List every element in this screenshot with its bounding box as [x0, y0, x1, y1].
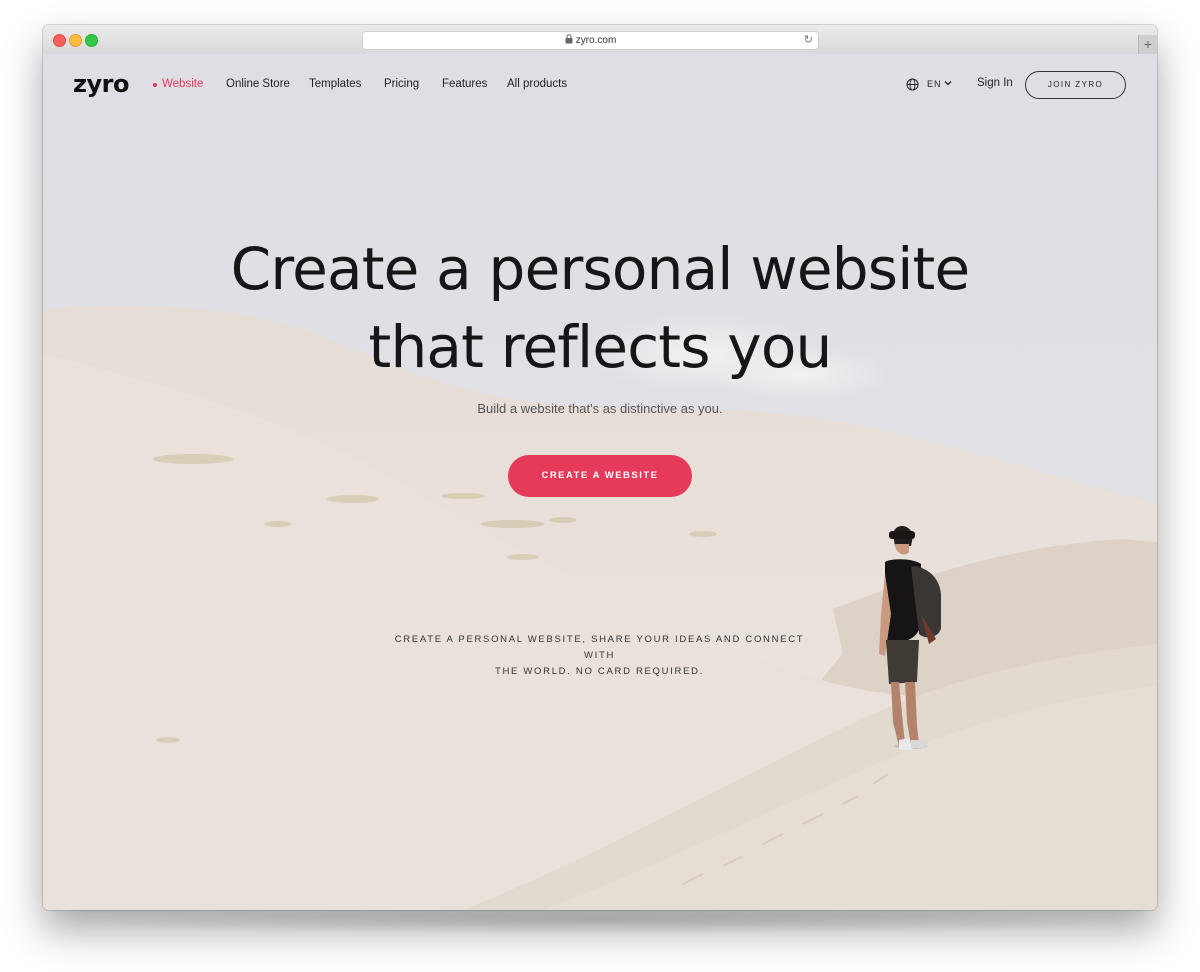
hero-title-line-2: that reflects you — [368, 313, 833, 381]
language-selector[interactable]: EN — [927, 79, 942, 89]
nav-link-website[interactable]: Website — [162, 78, 203, 90]
address-bar[interactable]: zyro.com ↻ — [362, 31, 819, 50]
nav-link-all-products[interactable]: All products — [507, 78, 567, 90]
active-indicator-dot — [153, 83, 157, 87]
url-text: zyro.com — [575, 35, 617, 46]
new-tab-button[interactable]: + — [1138, 35, 1157, 54]
tagline-line-2: THE WORLD. NO CARD REQUIRED. — [494, 666, 705, 677]
minimize-window-button[interactable] — [69, 34, 82, 47]
zyro-logo[interactable]: zyro — [73, 70, 129, 98]
hero-subtitle: Build a website that's as distinctive as… — [477, 401, 723, 416]
reload-icon[interactable]: ↻ — [804, 32, 813, 49]
lock-icon — [565, 34, 573, 44]
browser-titlebar: zyro.com ↻ + — [43, 25, 1157, 55]
hero-title: Create a personal website that reflects … — [43, 230, 1157, 386]
top-navigation: zyro Website Online Store Templates Pric… — [43, 54, 1157, 114]
hero-title-line-1: Create a personal website — [230, 235, 971, 303]
sign-in-link[interactable]: Sign In — [977, 77, 1013, 89]
tagline-line-1: CREATE A PERSONAL WEBSITE, SHARE YOUR ID… — [394, 634, 805, 661]
nav-link-pricing[interactable]: Pricing — [384, 78, 419, 90]
hero-tagline: CREATE A PERSONAL WEBSITE, SHARE YOUR ID… — [383, 632, 816, 680]
globe-icon[interactable] — [906, 78, 919, 91]
create-website-button[interactable]: CREATE A WEBSITE — [508, 455, 692, 497]
close-window-button[interactable] — [53, 34, 66, 47]
browser-window: zyro.com ↻ + zyro Website Online Store T… — [43, 25, 1157, 910]
page-content: zyro Website Online Store Templates Pric… — [43, 54, 1157, 910]
chevron-down-icon[interactable] — [944, 80, 952, 86]
join-button[interactable]: JOIN ZYRO — [1025, 71, 1126, 99]
nav-link-features[interactable]: Features — [442, 78, 487, 90]
nav-link-templates[interactable]: Templates — [309, 78, 361, 90]
nav-link-online-store[interactable]: Online Store — [226, 78, 290, 90]
maximize-window-button[interactable] — [85, 34, 98, 47]
